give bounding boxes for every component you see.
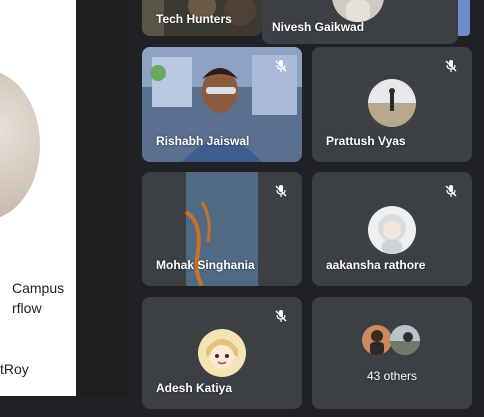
participant-tile-mohak[interactable]: Mohak Singhania xyxy=(142,172,302,286)
participant-tile-others[interactable]: 43 others xyxy=(312,297,472,409)
slide-text-line-1: Campus xyxy=(12,280,65,296)
participant-name: Mohak Singhania xyxy=(156,258,255,272)
participant-name: Adesh Katiya xyxy=(156,381,233,395)
avatar xyxy=(332,0,384,22)
user-photo-icon xyxy=(368,79,416,127)
avatar xyxy=(198,329,246,377)
participant-tile-aakansha[interactable]: aakansha rathore xyxy=(312,172,472,286)
user-photo-icon xyxy=(390,325,420,355)
participant-name: Nivesh Gaikwad xyxy=(272,20,365,34)
user-photo-icon xyxy=(368,206,416,254)
user-photo-icon xyxy=(362,325,392,355)
active-speaker-border xyxy=(458,0,470,36)
mic-off-icon xyxy=(275,60,287,72)
slide-text-line-2: rflow xyxy=(12,300,42,316)
slide-page: Campus rflow tRoy xyxy=(0,0,76,396)
slide-portrait-image xyxy=(0,70,40,220)
slide-text-line-3: tRoy xyxy=(0,361,29,377)
avatar-other-2 xyxy=(390,325,420,355)
participant-name: Tech Hunters xyxy=(156,12,232,26)
participant-name: Rishabh Jaiswal xyxy=(156,134,250,148)
participant-tile-rishabh[interactable]: Rishabh Jaiswal xyxy=(142,47,302,162)
participant-name: Prattush Vyas xyxy=(326,134,406,148)
mic-off-icon xyxy=(275,310,287,322)
mic-off-icon xyxy=(275,185,287,197)
mic-off-icon xyxy=(445,185,457,197)
participant-name: aakansha rathore xyxy=(326,258,426,272)
presentation-area: Campus rflow tRoy xyxy=(0,0,128,396)
participant-tile-adesh[interactable]: Adesh Katiya xyxy=(142,297,302,409)
others-count-label: 43 others xyxy=(366,369,418,383)
participant-tile-prattush[interactable]: Prattush Vyas xyxy=(312,47,472,162)
user-photo-icon xyxy=(198,329,246,377)
avatar xyxy=(368,206,416,254)
user-photo-icon xyxy=(332,0,384,22)
participant-tile-nivesh[interactable]: Nivesh Gaikwad xyxy=(262,0,458,44)
avatar xyxy=(368,79,416,127)
avatar-other-1 xyxy=(362,325,392,355)
mic-off-icon xyxy=(445,60,457,72)
participant-tile-tech-hunters[interactable]: Tech Hunters xyxy=(142,0,262,36)
